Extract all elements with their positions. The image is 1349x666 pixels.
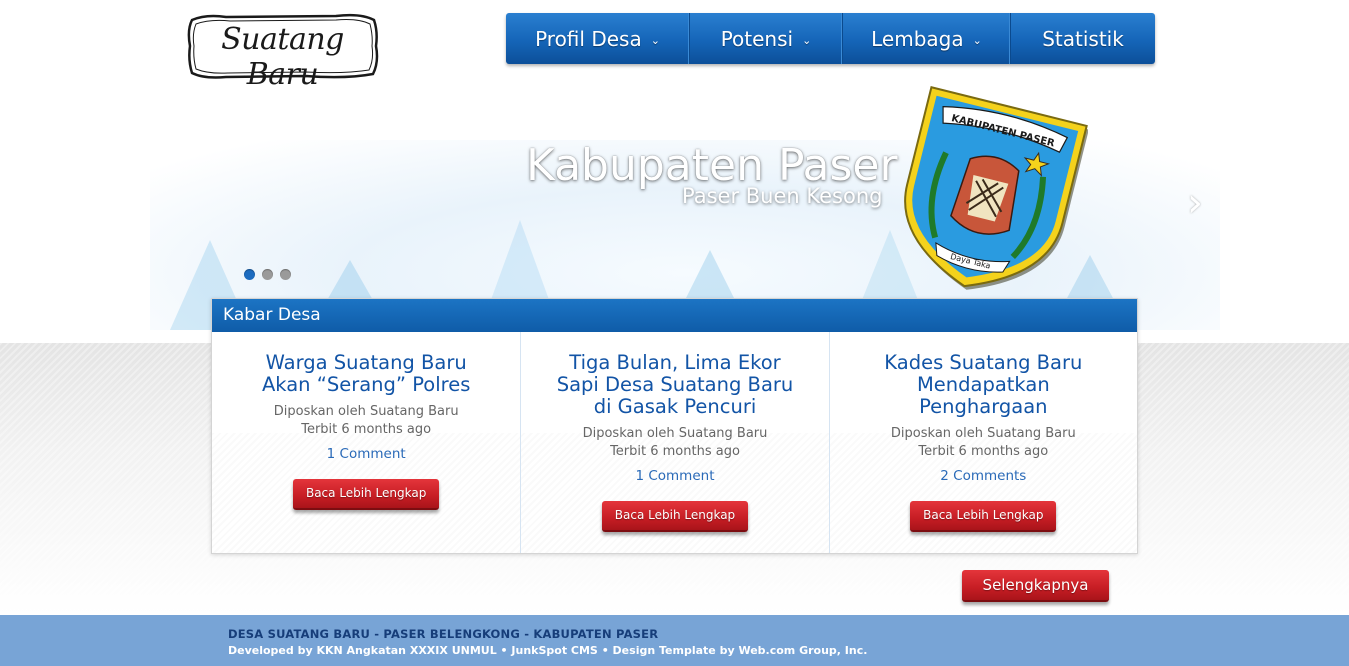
main-navigation: Profil Desa ⌄ Potensi ⌄ Lembaga ⌄ Statis… bbox=[506, 13, 1155, 64]
slider-dot-2[interactable] bbox=[262, 269, 273, 280]
site-logo[interactable]: Suatang Baru bbox=[186, 12, 379, 92]
news-item-comments-link[interactable]: 1 Comment bbox=[212, 446, 520, 462]
news-item: Tiga Bulan, Lima Ekor Sapi Desa Suatang … bbox=[520, 332, 828, 553]
news-item-author: Diposkan oleh Suatang Baru bbox=[582, 426, 768, 441]
site-footer: DESA SUATANG BARU - PASER BELENGKONG - K… bbox=[0, 615, 1349, 666]
footer-credits: Developed by KKN Angkatan XXXIX UNMUL • … bbox=[228, 644, 868, 657]
slider-dot-3[interactable] bbox=[280, 269, 291, 280]
news-item-title[interactable]: Tiga Bulan, Lima Ekor Sapi Desa Suatang … bbox=[521, 352, 828, 418]
kabupaten-paser-crest: KABUPATEN PASER Daya Taka bbox=[888, 84, 1089, 298]
news-item-title[interactable]: Warga Suatang Baru Akan “Serang” Polres bbox=[212, 352, 520, 396]
logo-text: Suatang Baru bbox=[221, 22, 344, 92]
chevron-down-icon: ⌄ bbox=[972, 33, 982, 47]
news-item: Kades Suatang Baru Mendapatkan Pengharga… bbox=[828, 332, 1137, 553]
news-list: Warga Suatang Baru Akan “Serang” Polres … bbox=[212, 332, 1137, 553]
nav-item-profil-desa[interactable]: Profil Desa ⌄ bbox=[506, 13, 690, 64]
chevron-right-icon[interactable]: › bbox=[1180, 182, 1210, 224]
nav-item-lembaga[interactable]: Lembaga ⌄ bbox=[843, 13, 1011, 64]
news-panel-title: Kabar Desa bbox=[212, 299, 1137, 332]
read-more-button[interactable]: Baca Lebih Lengkap bbox=[910, 501, 1057, 532]
news-panel: Kabar Desa Warga Suatang Baru Akan “Sera… bbox=[211, 298, 1138, 554]
footer-site-name: DESA SUATANG BARU - PASER BELENGKONG - K… bbox=[228, 627, 659, 641]
see-more-button[interactable]: Selengkapnya bbox=[962, 570, 1109, 602]
news-item-author: Diposkan oleh Suatang Baru bbox=[890, 426, 1076, 441]
nav-item-label: Statistik bbox=[1042, 26, 1124, 51]
news-item-date: Terbit 6 months ago bbox=[610, 444, 740, 459]
news-item-title[interactable]: Kades Suatang Baru Mendapatkan Pengharga… bbox=[830, 352, 1137, 418]
nav-item-label: Potensi bbox=[720, 26, 794, 51]
nav-item-potensi[interactable]: Potensi ⌄ bbox=[690, 13, 843, 64]
news-item-date: Terbit 6 months ago bbox=[918, 444, 1049, 459]
slider-pagination bbox=[244, 269, 291, 280]
nav-item-label: Lembaga bbox=[871, 26, 964, 51]
read-more-button[interactable]: Baca Lebih Lengkap bbox=[293, 479, 440, 510]
news-item-author: Diposkan oleh Suatang Baru bbox=[273, 404, 459, 419]
news-item: Warga Suatang Baru Akan “Serang” Polres … bbox=[212, 332, 520, 553]
nav-item-label: Profil Desa bbox=[535, 26, 642, 51]
slide-subtitle: Paser Buen Kesong bbox=[682, 184, 883, 208]
read-more-button[interactable]: Baca Lebih Lengkap bbox=[601, 501, 748, 532]
slider-dot-1[interactable] bbox=[244, 269, 255, 280]
nav-item-statistik[interactable]: Statistik bbox=[1011, 13, 1155, 64]
chevron-down-icon: ⌄ bbox=[650, 33, 660, 47]
news-item-comments-link[interactable]: 1 Comment bbox=[521, 468, 828, 484]
news-item-comments-link[interactable]: 2 Comments bbox=[830, 468, 1137, 484]
news-item-date: Terbit 6 months ago bbox=[301, 422, 432, 437]
chevron-down-icon: ⌄ bbox=[802, 33, 812, 47]
